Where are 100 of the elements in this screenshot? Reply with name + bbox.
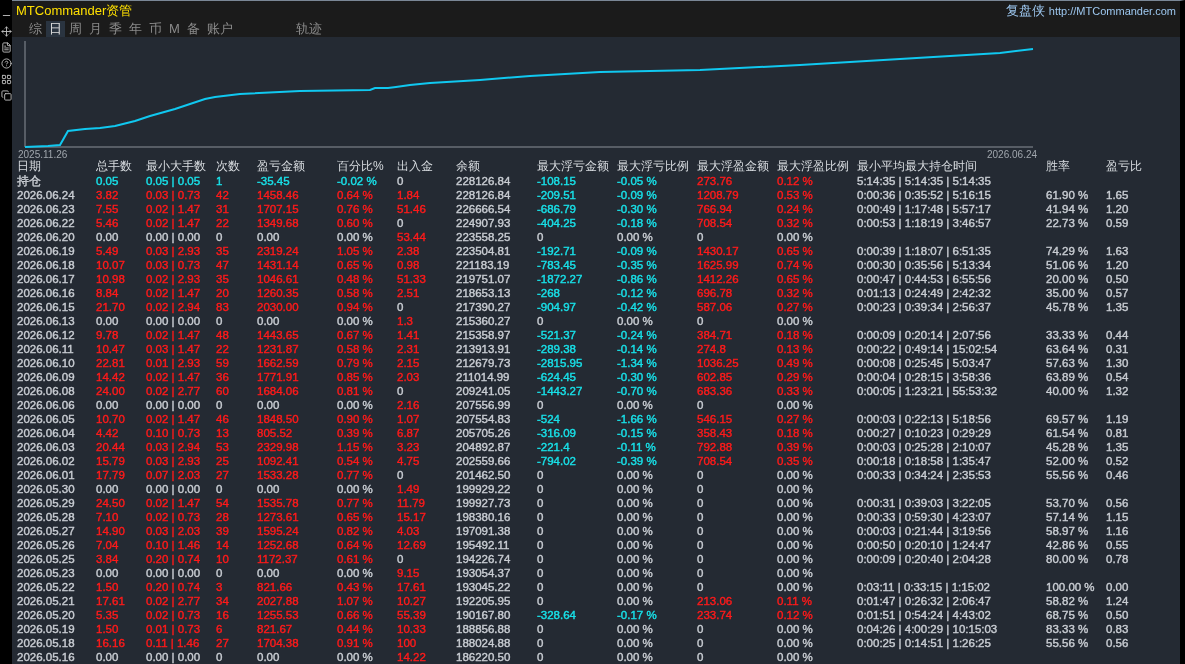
table-cell: 61.90 % (1046, 189, 1089, 201)
table-cell: 0.77 % (337, 469, 373, 481)
table-cell: 2026.06.19 (17, 245, 75, 257)
table-cell: 0 (216, 399, 223, 411)
table-cell: 384.71 (697, 329, 733, 341)
table-cell: 0.56 (1106, 637, 1129, 649)
table-cell: 2026.06.11 (17, 343, 74, 355)
table-cell: 39 (216, 525, 229, 537)
table-cell: 42.86 % (1046, 539, 1089, 551)
column-header: 最大浮亏比例 (617, 159, 690, 174)
table-cell: 188024.88 (456, 637, 511, 649)
table-cell: 2026.06.05 (17, 413, 75, 425)
table-cell: 201462.50 (456, 469, 511, 481)
tab[interactable]: 年 (126, 21, 145, 37)
document-icon[interactable] (0, 42, 12, 53)
table-cell: 0 (697, 637, 704, 649)
table-cell: 358.43 (697, 427, 733, 439)
table-cell: 0:00:03 | 0:25:28 | 2:10:07 (857, 441, 991, 453)
column-header: 最小平均最大持仓时间 (857, 159, 978, 174)
grid-icon[interactable] (0, 74, 12, 85)
table-cell: 1625.99 (697, 259, 739, 271)
table-cell: 0.00 % (777, 651, 813, 663)
tab[interactable]: 季 (106, 21, 125, 37)
tab[interactable]: 日 (46, 21, 65, 37)
tab[interactable]: 月 (86, 21, 105, 37)
table-cell: 1431.14 (257, 259, 299, 271)
table-cell: -289.38 (537, 343, 576, 355)
table-cell: 186220.50 (456, 651, 511, 663)
table-cell: 0.00 % (337, 315, 373, 327)
table-cell: 0.39 % (777, 441, 813, 453)
table-cell: 0 (397, 301, 404, 313)
table-cell: 2026.06.24 (17, 189, 75, 201)
table-cell: 0 (697, 651, 704, 663)
table-cell: 0.01 | 0.73 (146, 623, 201, 635)
table-cell: 1092.41 (257, 455, 299, 467)
table-cell: 228126.84 (456, 175, 511, 187)
table-cell: 0.48 % (337, 273, 373, 285)
table-cell: 0 (537, 511, 544, 523)
table-cell: 1458.46 (257, 189, 299, 201)
table-cell: 0:00:04 | 0:28:15 | 3:58:36 (857, 371, 991, 383)
tab[interactable]: 币 (146, 21, 165, 37)
help-icon[interactable] (0, 58, 12, 69)
table-cell: 0.81 (1106, 427, 1129, 439)
table-cell: 0.00 % (617, 231, 653, 243)
table-cell: 2026.05.23 (17, 567, 75, 579)
table-cell: 766.94 (697, 203, 733, 215)
table-cell: 57.63 % (1046, 357, 1089, 369)
table-cell: 0.27 % (777, 301, 813, 313)
table-cell: 0.50 (1106, 609, 1129, 621)
table-cell: 0.12 % (777, 175, 813, 187)
table-cell: 0.00 (96, 399, 119, 411)
table-cell: 0:00:53 | 1:18:19 | 3:46:57 (857, 217, 991, 229)
table-cell: 14 (216, 539, 229, 551)
table-cell: 2026.05.25 (17, 553, 75, 565)
table-cell: 0.03 | 0.73 (146, 259, 201, 271)
table-cell: 188856.88 (456, 623, 511, 635)
tab[interactable]: 备 (183, 21, 203, 37)
table-cell: -0.42 % (617, 301, 657, 313)
table-cell: 211014.99 (456, 371, 510, 383)
brand-name: 复盘侠 (1005, 2, 1045, 21)
table-cell: -0.30 % (617, 371, 657, 383)
table-cell: 0.05 (96, 175, 119, 187)
table-cell: 0.07 | 2.03 (146, 469, 201, 481)
table-cell: 10.33 (397, 623, 426, 635)
column-header: 盈亏比 (1106, 159, 1143, 174)
website-link[interactable]: http://MTCommander.com (1048, 2, 1176, 20)
table-cell: 27 (216, 469, 229, 481)
table-cell: 0.00 | 0.00 (146, 567, 201, 579)
table-cell: 0.44 % (337, 623, 373, 635)
table-cell: 0:00:18 | 0:18:58 | 1:35:47 (857, 455, 991, 467)
table-cell: 46 (216, 413, 229, 425)
tab[interactable]: 综 (26, 21, 45, 37)
copy-icon[interactable] (0, 90, 12, 101)
tab[interactable]: 账户 (203, 21, 236, 37)
table-cell: 0 (697, 511, 704, 523)
table-cell: 1.35 (1106, 441, 1129, 453)
table-cell: 1.84 (397, 189, 420, 201)
move-icon[interactable] (0, 26, 12, 37)
tab[interactable]: 轨迹 (292, 21, 325, 37)
table-cell: 0.00 % (617, 595, 653, 607)
table-cell: -192.71 (537, 245, 576, 257)
table-cell: 0.18 % (777, 329, 813, 341)
table-cell: 0.58 % (337, 287, 373, 299)
tab[interactable]: M (166, 21, 183, 37)
table-cell: 207554.83 (456, 413, 511, 425)
table-cell: 1.35 (1106, 301, 1129, 313)
table-cell: 1535.78 (257, 497, 299, 509)
tab[interactable]: 周 (66, 21, 85, 37)
table-cell: 51.33 (397, 273, 426, 285)
table-cell: 0.03 | 1.47 (146, 343, 201, 355)
table-cell: 1.07 % (337, 595, 373, 607)
table-cell: -0.17 % (617, 609, 657, 621)
app-title: MTCommander资管 (16, 2, 133, 21)
table-cell: 1231.87 (257, 343, 299, 355)
table-cell: 0:00:49 | 1:17:48 | 5:57:17 (857, 203, 991, 215)
table-cell: 0.00 % (337, 231, 373, 243)
table-cell: 2026.05.29 (17, 497, 75, 509)
table-cell: 0.53 % (777, 189, 813, 201)
table-cell: 36 (216, 371, 229, 383)
table-cell: 0 (537, 581, 544, 593)
